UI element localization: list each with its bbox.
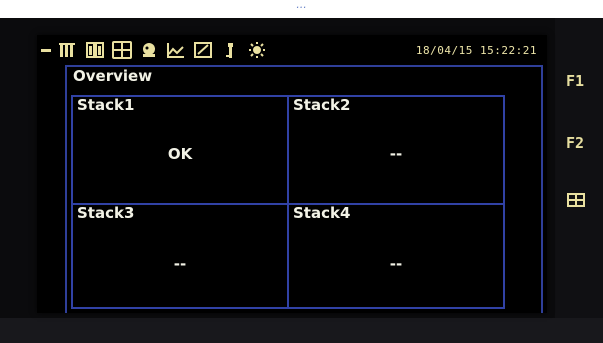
softkey-f2[interactable]: F2: [566, 134, 584, 152]
datetime-readout: 18/04/15 15:22:21: [415, 43, 537, 57]
bezel-bottom-edge: [0, 318, 603, 343]
stack-status: --: [389, 145, 403, 163]
double-bars-icon[interactable]: [85, 41, 105, 59]
softkey-f1[interactable]: F1: [566, 72, 584, 90]
stack-box-4[interactable]: Stack4 --: [287, 203, 505, 309]
single-bars-icon[interactable]: [58, 41, 78, 59]
stack-box-3[interactable]: Stack3 --: [71, 203, 289, 309]
page-caption: ...: [296, 0, 307, 11]
overview-grid-icon[interactable]: [567, 192, 585, 207]
stack-box-2[interactable]: Stack2 --: [287, 95, 505, 205]
alarm-bell-icon[interactable]: [139, 41, 159, 59]
tool-icon[interactable]: [220, 41, 240, 59]
panel-title: Overview: [73, 67, 153, 85]
stack-status: --: [389, 255, 403, 273]
checklist-icon[interactable]: [193, 41, 213, 59]
stack-name: Stack3: [77, 204, 135, 222]
toolbar: 18/04/15 15:22:21: [37, 35, 547, 65]
stack-box-1[interactable]: Stack1 OK: [71, 95, 289, 205]
overview-grid-icon[interactable]: [112, 41, 132, 59]
stack-name: Stack2: [293, 96, 351, 114]
stack-status: --: [173, 255, 187, 273]
softkey-column: [555, 18, 603, 343]
stack-grid: Stack1 OK Stack2 -- Stack3 -- Stack4 --: [71, 95, 535, 309]
dash-icon[interactable]: [41, 48, 51, 52]
overview-panel: Overview Stack1 OK Stack2 -- Stack3 -- S…: [65, 65, 543, 313]
stack-name: Stack1: [77, 96, 135, 114]
lcd-screen: 18/04/15 15:22:21 Overview Stack1 OK Sta…: [37, 35, 547, 313]
trend-chart-icon[interactable]: [166, 41, 186, 59]
stack-status: OK: [167, 145, 193, 163]
stack-name: Stack4: [293, 204, 351, 222]
sun-icon[interactable]: [247, 41, 267, 59]
